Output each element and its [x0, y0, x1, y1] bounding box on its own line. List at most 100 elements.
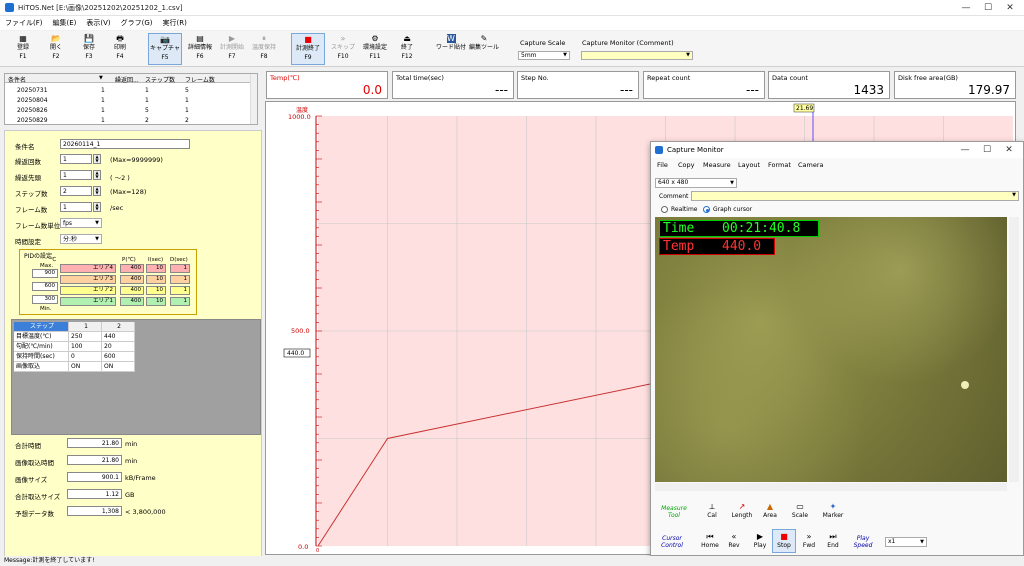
- x-tick-label: 0: [316, 548, 319, 554]
- step-cell[interactable]: 0: [69, 352, 102, 362]
- step-cell[interactable]: 100: [69, 342, 102, 352]
- monitor-menu-camera[interactable]: Camera: [798, 161, 824, 169]
- menu-file[interactable]: ファイル(F): [0, 16, 48, 30]
- realtime-radio[interactable]: [661, 206, 668, 213]
- minimize-button[interactable]: —: [955, 2, 977, 14]
- capture-button[interactable]: 📷 キャプチャ F5: [148, 33, 182, 65]
- step-cell[interactable]: 440: [102, 332, 135, 342]
- start-measure-button[interactable]: ▶ 計測開始 F7: [216, 33, 248, 65]
- repeat-start-stepper[interactable]: ▲ ▼: [93, 170, 101, 180]
- pid-i-input[interactable]: 10: [146, 275, 166, 284]
- rev-button[interactable]: «Rev: [724, 532, 744, 549]
- monitor-menu-file[interactable]: File: [657, 161, 668, 169]
- pid-temp-input[interactable]: 600: [32, 282, 58, 291]
- particle: [961, 381, 969, 389]
- cond-name-input[interactable]: 20260114_1: [60, 139, 190, 149]
- pid-d-input[interactable]: 1: [170, 264, 190, 273]
- play-icon: ▶: [756, 532, 764, 541]
- area-button[interactable]: ▲ Area: [759, 502, 781, 519]
- close-button[interactable]: ✕: [999, 2, 1021, 14]
- stat-temp: Temp(℃) 0.0: [266, 71, 388, 99]
- steps-stepper[interactable]: ▲ ▼: [93, 186, 101, 196]
- marker-button[interactable]: ✦ Marker: [821, 502, 845, 519]
- length-button[interactable]: ↗ Length: [729, 502, 755, 519]
- repeat-start-input[interactable]: 1: [60, 170, 92, 180]
- word-paste-button[interactable]: W ワード貼付: [435, 33, 467, 65]
- graph-cursor-radio[interactable]: [703, 206, 710, 213]
- pid-p-input[interactable]: 400: [120, 297, 144, 306]
- hold-temp-button[interactable]: ⏸ 温度保持 F8: [248, 33, 280, 65]
- monitor-menu-measure[interactable]: Measure: [703, 161, 731, 169]
- details-button[interactable]: ▤ 詳細情報 F6: [184, 33, 216, 65]
- menu-graph[interactable]: グラフ(G): [116, 16, 158, 30]
- repeat-count-input[interactable]: 1: [60, 154, 92, 164]
- step-cell[interactable]: 20: [102, 342, 135, 352]
- register-button[interactable]: ▦ 登録 F1: [7, 33, 39, 65]
- condition-row[interactable]: 20250826 1 5 1: [5, 106, 257, 115]
- y-tick-label: 1000.0: [288, 113, 311, 121]
- time-setting-select[interactable]: 分:秒 ▼: [60, 234, 102, 244]
- captured-image[interactable]: Time 00:21:40.8 Temp 440.0: [655, 217, 1007, 482]
- play-button[interactable]: ▶ Play: [749, 532, 771, 549]
- monitor-maximize-button[interactable]: ☐: [976, 144, 998, 156]
- cal-button[interactable]: ⟂ Cal: [702, 502, 722, 519]
- end-button[interactable]: ⏭ End: [823, 532, 843, 549]
- pid-i-input[interactable]: 10: [146, 286, 166, 295]
- skip-button[interactable]: » スキップ F10: [327, 33, 359, 65]
- resolution-select[interactable]: 640 x 480 ▼: [655, 178, 737, 188]
- step-column-header: 1: [69, 322, 102, 332]
- capture-comment-input[interactable]: ▼: [581, 51, 693, 60]
- monitor-comment-input[interactable]: ▼: [691, 191, 1019, 201]
- play-speed-select[interactable]: x1 ▼: [885, 537, 927, 547]
- vertical-scrollbar[interactable]: [1009, 217, 1019, 482]
- frames-input[interactable]: 1: [60, 202, 92, 212]
- repeat-count-stepper[interactable]: ▲ ▼: [93, 154, 101, 164]
- settings-button[interactable]: ⚙ 環境設定 F11: [359, 33, 391, 65]
- monitor-menu-copy[interactable]: Copy: [678, 161, 695, 169]
- menu-view[interactable]: 表示(V): [81, 16, 115, 30]
- exit-button[interactable]: ⏏ 終了 F12: [391, 33, 423, 65]
- pid-d-input[interactable]: 1: [170, 275, 190, 284]
- pid-d-input[interactable]: 1: [170, 297, 190, 306]
- monitor-menu-layout[interactable]: Layout: [738, 161, 760, 169]
- steps-input[interactable]: 2: [60, 186, 92, 196]
- pid-temp-input[interactable]: 300: [32, 295, 58, 304]
- step-cell[interactable]: 250: [69, 332, 102, 342]
- monitor-minimize-button[interactable]: —: [954, 144, 976, 156]
- menu-edit[interactable]: 編集(E): [48, 16, 82, 30]
- menu-run[interactable]: 実行(R): [158, 16, 192, 30]
- home-button[interactable]: ⏮ Home: [699, 532, 721, 549]
- pid-i-input[interactable]: 10: [146, 264, 166, 273]
- frame-unit-select[interactable]: fps ▼: [60, 218, 102, 228]
- step-cell[interactable]: ON: [69, 362, 102, 372]
- pid-i-input[interactable]: 10: [146, 297, 166, 306]
- maximize-button[interactable]: ☐: [977, 2, 999, 14]
- edit-tool-button[interactable]: ✎ 編集ツール: [468, 33, 500, 65]
- end-measure-button[interactable]: ■ 計測終了 F9: [291, 33, 325, 65]
- frames-stepper[interactable]: ▲ ▼: [93, 202, 101, 212]
- stop-button[interactable]: ■ Stop: [772, 529, 796, 553]
- condition-row[interactable]: 20250731 1 1 5: [5, 86, 257, 95]
- scrollbar[interactable]: [250, 74, 257, 124]
- pid-p-input[interactable]: 400: [120, 286, 144, 295]
- step-cell[interactable]: ON: [102, 362, 135, 372]
- condition-list[interactable]: 条件名 ▼ 繰返回... ステップ数 フレーム数 20250731 1 1 5 202…: [4, 73, 258, 125]
- condition-row[interactable]: 20250804 1 1 1: [5, 96, 257, 105]
- pid-temp-input[interactable]: 900: [32, 269, 58, 278]
- scale-icon: ▭: [796, 502, 804, 511]
- save-button[interactable]: 💾 保存 F3: [73, 33, 105, 65]
- monitor-close-button[interactable]: ✕: [998, 144, 1020, 156]
- fwd-button[interactable]: » Fwd: [799, 532, 819, 549]
- pid-d-input[interactable]: 1: [170, 286, 190, 295]
- monitor-menu-format[interactable]: Format: [768, 161, 791, 169]
- condition-row[interactable]: 20250829 1 2 2: [5, 116, 257, 124]
- print-button[interactable]: 🖶 印刷 F4: [104, 33, 136, 65]
- pid-p-input[interactable]: 400: [120, 275, 144, 284]
- area-icon: ▲: [766, 502, 774, 511]
- open-button[interactable]: 📂 開く F2: [40, 33, 72, 65]
- capture-scale-select[interactable]: 5mm ▼: [518, 51, 570, 60]
- scale-button[interactable]: ▭ Scale: [789, 502, 811, 519]
- horizontal-scrollbar[interactable]: [655, 483, 1007, 491]
- pid-p-input[interactable]: 400: [120, 264, 144, 273]
- step-cell[interactable]: 600: [102, 352, 135, 362]
